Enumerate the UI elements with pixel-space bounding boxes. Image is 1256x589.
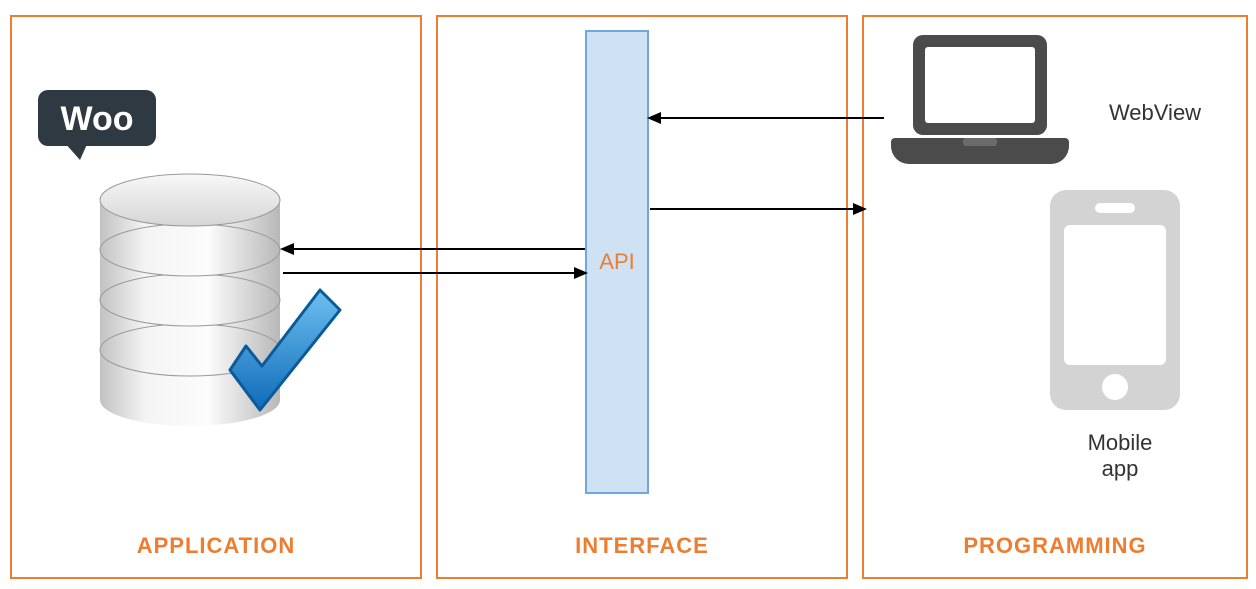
api-label: API: [599, 249, 634, 275]
laptop-icon: [885, 30, 1075, 185]
api-block: API: [585, 30, 649, 494]
webview-label: WebView: [1090, 100, 1220, 126]
arrow-laptop-to-api: [647, 105, 887, 131]
panel-application-label: APPLICATION: [12, 533, 420, 559]
arrow-api-to-clients: [647, 196, 867, 222]
woo-badge: Woo: [38, 90, 158, 169]
panel-programming-label: PROGRAMMING: [864, 533, 1246, 559]
mobile-icon: [1040, 185, 1190, 420]
database-check-icon: [90, 170, 350, 455]
arrow-db-to-api: [280, 260, 588, 286]
panel-interface-label: INTERFACE: [438, 533, 846, 559]
mobile-app-label: Mobile app: [1070, 430, 1170, 483]
woo-text: Woo: [60, 100, 133, 138]
arrow-api-to-db: [280, 236, 588, 262]
